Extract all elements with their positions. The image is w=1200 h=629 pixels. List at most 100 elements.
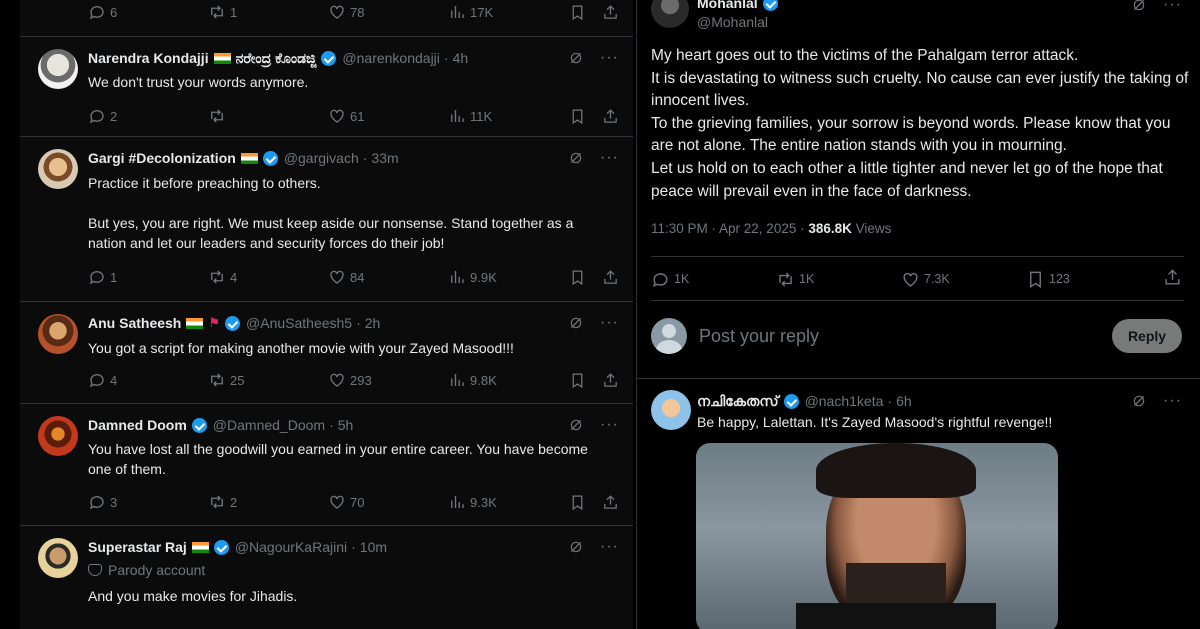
share-icon[interactable] bbox=[602, 269, 619, 286]
reply-tweet[interactable]: Superastar Raj @NagourKaRajini · 10m ···… bbox=[20, 525, 633, 629]
reply-tweet[interactable]: Damned Doom @Damned_Doom · 5h ··· You ha… bbox=[20, 403, 633, 525]
repost-button[interactable]: 4 bbox=[208, 268, 328, 286]
grok-icon[interactable] bbox=[568, 539, 584, 555]
avatar[interactable] bbox=[38, 416, 78, 456]
bookmark-icon[interactable] bbox=[569, 4, 586, 21]
like-button[interactable]: 7.3K bbox=[901, 270, 1026, 289]
share-icon[interactable] bbox=[602, 108, 619, 125]
repost-button[interactable]: 2 bbox=[208, 493, 328, 511]
more-options-icon[interactable]: ··· bbox=[600, 314, 619, 332]
author-handle[interactable]: @Damned_Doom bbox=[213, 417, 325, 433]
more-options-icon[interactable]: ··· bbox=[1163, 392, 1182, 410]
reply-button[interactable]: 1 bbox=[88, 268, 208, 286]
repost-button[interactable]: 1K bbox=[776, 270, 901, 289]
avatar[interactable] bbox=[38, 49, 78, 89]
reply-button[interactable]: 6 bbox=[88, 3, 208, 21]
bookmark-icon[interactable] bbox=[569, 108, 586, 125]
post-time[interactable]: 10m bbox=[360, 539, 387, 555]
avatar[interactable] bbox=[38, 149, 78, 189]
author-handle[interactable]: @NagourKaRajini bbox=[235, 539, 347, 555]
repost-button[interactable]: 25 bbox=[208, 371, 328, 389]
author-name[interactable]: Anu Satheesh bbox=[88, 315, 181, 331]
like-count: 70 bbox=[350, 494, 365, 510]
reply-tweet[interactable]: Anu Satheesh ⚑ @AnuSatheesh5 · 2h ··· Yo… bbox=[20, 301, 633, 403]
attached-photo[interactable] bbox=[696, 443, 1058, 629]
bookmark-icon[interactable] bbox=[569, 494, 586, 511]
views-button[interactable]: 11K bbox=[448, 107, 568, 125]
reply-tweet[interactable]: Narendra Kondajji ನರೇಂದ್ರ ಕೊಂಡಜ್ಜಿ @nare… bbox=[20, 36, 633, 136]
author-handle[interactable]: @narenkondajji bbox=[342, 50, 440, 66]
reply-tweet[interactable]: Gargi #Decolonization @gargivach · 33m ·… bbox=[20, 136, 633, 301]
reply-submit-button[interactable]: Reply bbox=[1112, 319, 1182, 353]
author-handle[interactable]: @Mohanlal bbox=[697, 14, 768, 30]
grok-icon[interactable] bbox=[1131, 393, 1147, 409]
views-label: Views bbox=[851, 221, 892, 236]
repost-button[interactable] bbox=[208, 107, 328, 125]
verified-badge-icon bbox=[262, 150, 278, 166]
like-button[interactable]: 293 bbox=[328, 371, 448, 389]
india-flag-icon bbox=[213, 52, 231, 64]
post-time[interactable]: 33m bbox=[371, 150, 398, 166]
like-button[interactable]: 78 bbox=[328, 3, 448, 21]
bookmark-icon[interactable] bbox=[569, 372, 586, 389]
author-handle[interactable]: @gargivach bbox=[284, 150, 359, 166]
more-options-icon[interactable]: ··· bbox=[1163, 0, 1182, 14]
grok-icon[interactable] bbox=[1131, 0, 1147, 13]
bookmark-icon[interactable] bbox=[569, 269, 586, 286]
like-count: 293 bbox=[350, 372, 372, 388]
reply-input[interactable]: Post your reply bbox=[699, 326, 1112, 347]
share-icon[interactable] bbox=[602, 4, 619, 21]
more-options-icon[interactable]: ··· bbox=[600, 49, 619, 67]
repost-button[interactable]: 1 bbox=[208, 3, 328, 21]
tweet-actions: 6 1 78 17K bbox=[88, 3, 619, 21]
author-handle[interactable]: @nach1keta bbox=[805, 393, 884, 409]
share-icon[interactable] bbox=[602, 494, 619, 511]
share-icon[interactable] bbox=[1163, 268, 1182, 287]
author-handle[interactable]: @AnuSatheesh5 bbox=[246, 315, 352, 331]
tweet-actions: 1 4 84 9.9K bbox=[88, 268, 619, 286]
parody-label: Parody account bbox=[88, 562, 205, 578]
post-time[interactable]: 2h bbox=[365, 315, 381, 331]
repost-count: 1 bbox=[230, 4, 238, 20]
reply-button[interactable]: 2 bbox=[88, 107, 208, 125]
reply-icon bbox=[89, 110, 104, 124]
author-name[interactable]: Superastar Raj bbox=[88, 539, 187, 555]
like-button[interactable]: 84 bbox=[328, 268, 448, 286]
grok-icon[interactable] bbox=[568, 417, 584, 433]
post-time[interactable]: 4h bbox=[453, 50, 469, 66]
like-button[interactable]: 70 bbox=[328, 493, 448, 511]
verified-badge-icon bbox=[191, 417, 207, 433]
author-name[interactable]: Narendra Kondajji bbox=[88, 50, 209, 66]
grok-icon[interactable] bbox=[568, 150, 584, 166]
author-name[interactable]: Gargi #Decolonization bbox=[88, 150, 236, 166]
share-icon[interactable] bbox=[602, 372, 619, 389]
avatar[interactable] bbox=[651, 0, 689, 28]
repost-icon bbox=[779, 272, 792, 286]
post-timestamp[interactable]: 11:30 PM · Apr 22, 2025 · bbox=[651, 221, 808, 236]
grok-icon[interactable] bbox=[568, 50, 584, 66]
avatar[interactable] bbox=[651, 390, 691, 430]
views-button[interactable]: 9.3K bbox=[448, 493, 568, 511]
author-name[interactable]: നചികേതസ് bbox=[697, 393, 779, 410]
post-time[interactable]: 5h bbox=[338, 417, 354, 433]
bookmark-button[interactable]: 123 bbox=[1026, 270, 1151, 289]
like-button[interactable]: 61 bbox=[328, 107, 448, 125]
reply-button[interactable]: 4 bbox=[88, 371, 208, 389]
more-options-icon[interactable]: ··· bbox=[600, 149, 619, 167]
post-author: Mohanlal bbox=[697, 0, 778, 11]
reply-button[interactable]: 3 bbox=[88, 493, 208, 511]
avatar[interactable] bbox=[38, 314, 78, 354]
views-button[interactable]: 9.8K bbox=[448, 371, 568, 389]
views-button[interactable]: 9.9K bbox=[448, 268, 568, 286]
views-button[interactable]: 17K bbox=[448, 3, 568, 21]
author-name[interactable]: Damned Doom bbox=[88, 417, 187, 433]
more-options-icon[interactable]: ··· bbox=[600, 416, 619, 434]
heart-icon bbox=[330, 109, 344, 123]
post-time[interactable]: 6h bbox=[896, 393, 912, 409]
grok-icon[interactable] bbox=[568, 315, 584, 331]
reply-button[interactable]: 1K bbox=[651, 270, 776, 289]
photo-shirt bbox=[796, 603, 996, 629]
more-options-icon[interactable]: ··· bbox=[600, 538, 619, 556]
avatar[interactable] bbox=[38, 538, 78, 578]
author-name[interactable]: Mohanlal bbox=[697, 0, 758, 11]
